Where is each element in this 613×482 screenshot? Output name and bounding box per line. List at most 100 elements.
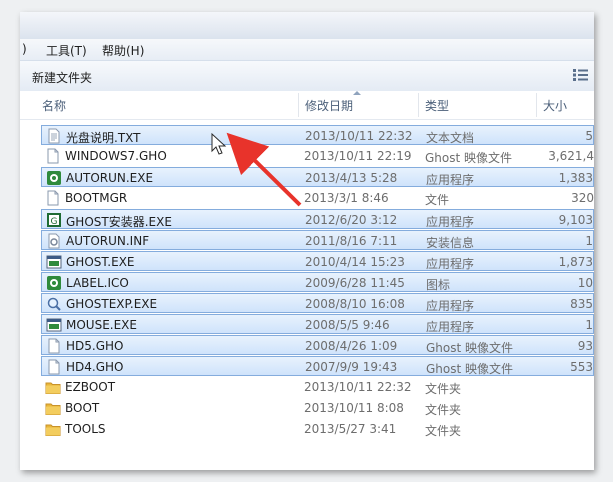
new-folder-button[interactable]: 新建文件夹 (32, 69, 92, 86)
autorun-exe-icon (46, 170, 62, 186)
file-row[interactable]: GHOSTEXP.EXE 2008/8/10 16:08 应用程序 835 (41, 293, 594, 313)
file-date: 2009/6/28 11:45 (305, 276, 405, 290)
file-name: LABEL.ICO (66, 276, 129, 290)
file-date: 2013/5/27 3:41 (304, 422, 397, 436)
column-name[interactable]: 名称 (42, 97, 66, 114)
file-date: 2013/10/11 8:08 (304, 401, 404, 415)
file-name: GHOST安装器.EXE (66, 215, 172, 229)
file-date: 2007/9/9 19:43 (305, 360, 398, 374)
file-date: 2008/4/26 1:09 (305, 339, 398, 353)
column-divider[interactable] (418, 93, 419, 117)
file-name: MOUSE.EXE (66, 318, 137, 332)
file-date: 2013/10/11 22:32 (304, 380, 412, 394)
file-size: 835 (570, 297, 593, 311)
file-name: BOOT (65, 401, 100, 415)
toolbar: 新建文件夹 (20, 61, 594, 92)
file-name: GHOST.EXE (66, 255, 135, 269)
file-name: 光盘说明.TXT (66, 131, 141, 145)
window-exe-icon (46, 254, 62, 270)
column-divider[interactable] (298, 93, 299, 117)
file-type: 图标 (426, 278, 451, 292)
file-type: Ghost 映像文件 (425, 151, 513, 165)
file-type: 应用程序 (426, 173, 475, 187)
text-file-icon (46, 128, 62, 144)
file-row[interactable]: BOOTMGR 2013/3/1 8:46 文件 320 (41, 188, 594, 208)
file-date: 2011/8/16 7:11 (305, 234, 398, 248)
file-name: AUTORUN.EXE (66, 171, 154, 185)
file-row[interactable]: BOOT 2013/10/11 8:08 文件夹 (41, 398, 594, 418)
file-date: 2008/5/5 9:46 (305, 318, 390, 332)
file-date: 2013/10/11 22:32 (305, 129, 413, 143)
file-date: 2013/3/1 8:46 (304, 191, 389, 205)
folder-icon (45, 379, 61, 395)
menu-partial[interactable]: ) (22, 42, 27, 56)
generic-file-icon (45, 190, 61, 206)
file-date: 2013/10/11 22:19 (304, 149, 412, 163)
file-row[interactable]: TOOLS 2013/5/27 3:41 文件夹 (41, 419, 594, 439)
file-row[interactable]: G GHOST安装器.EXE 2012/6/20 3:12 应用程序 9,103 (41, 209, 594, 229)
file-row[interactable]: MOUSE.EXE 2008/5/5 9:46 应用程序 1 (41, 314, 594, 334)
file-type: 文件夹 (425, 403, 462, 417)
file-row[interactable]: HD4.GHO 2007/9/9 19:43 Ghost 映像文件 553 (41, 356, 594, 376)
svg-text:G: G (51, 217, 58, 227)
file-type: Ghost 映像文件 (426, 341, 514, 355)
file-row[interactable]: AUTORUN.INF 2011/8/16 7:11 安装信息 1 (41, 230, 594, 250)
file-date: 2008/8/10 16:08 (305, 297, 405, 311)
generic-file-icon (46, 338, 62, 354)
column-header: 名称 修改日期 类型 大小 (20, 91, 594, 120)
file-name: EZBOOT (65, 380, 116, 394)
file-name: AUTORUN.INF (66, 234, 150, 248)
file-type: 文件 (425, 193, 450, 207)
file-row[interactable]: AUTORUN.EXE 2013/4/13 5:28 应用程序 1,383 (41, 167, 594, 187)
file-row[interactable]: 光盘说明.TXT 2013/10/11 22:32 文本文档 5 (41, 125, 594, 145)
file-size: 93 (577, 339, 593, 353)
settings-file-icon (46, 233, 62, 249)
file-size: 320 (571, 191, 594, 205)
file-size: 9,103 (558, 213, 593, 227)
generic-file-icon (46, 359, 62, 375)
file-name: GHOSTEXP.EXE (66, 297, 158, 311)
file-name: HD4.GHO (66, 360, 124, 374)
generic-file-icon (45, 148, 61, 164)
folder-icon (45, 421, 61, 437)
file-row[interactable]: HD5.GHO 2008/4/26 1:09 Ghost 映像文件 93 (41, 335, 594, 355)
file-type: 应用程序 (426, 215, 475, 229)
column-type[interactable]: 类型 (425, 97, 449, 114)
file-size: 1 (585, 234, 593, 248)
file-size: 3,621,4 (548, 149, 594, 163)
file-name: BOOTMGR (65, 191, 128, 205)
autorun-exe-icon (46, 275, 62, 291)
file-row[interactable]: GHOST.EXE 2010/4/14 15:23 应用程序 1,873 (41, 251, 594, 271)
file-row[interactable]: EZBOOT 2013/10/11 22:32 文件夹 (41, 377, 594, 397)
file-size: 5 (585, 129, 593, 143)
menu-bar: ) 工具(T) 帮助(H) (20, 39, 594, 61)
file-type: 安装信息 (426, 236, 475, 250)
window-exe-icon (46, 317, 62, 333)
magnifier-exe-icon (46, 296, 62, 312)
file-type: 文件夹 (425, 424, 462, 438)
file-size: 553 (570, 360, 593, 374)
file-type: 文件夹 (425, 382, 462, 396)
sort-caret-icon (353, 91, 361, 95)
explorer-window: ) 工具(T) 帮助(H) 新建文件夹 名称 修改日期 类型 大小 光盘说明.T… (20, 12, 594, 470)
menu-tools[interactable]: 工具(T) (46, 42, 87, 59)
file-row[interactable]: LABEL.ICO 2009/6/28 11:45 图标 10 (41, 272, 594, 292)
view-options-icon[interactable] (572, 68, 590, 82)
file-row[interactable]: WINDOWS7.GHO 2013/10/11 22:19 Ghost 映像文件 3,… (41, 146, 594, 166)
file-size: 10 (577, 276, 593, 290)
menu-help[interactable]: 帮助(H) (102, 42, 144, 59)
file-name: HD5.GHO (66, 339, 124, 353)
file-date: 2013/4/13 5:28 (305, 171, 398, 185)
file-type: 应用程序 (426, 299, 475, 313)
column-date[interactable]: 修改日期 (305, 97, 353, 114)
file-size: 1,383 (558, 171, 593, 185)
column-divider[interactable] (536, 93, 537, 117)
file-type: 应用程序 (426, 320, 475, 334)
file-type: 文本文档 (426, 131, 475, 145)
screenshot-frame: ) 工具(T) 帮助(H) 新建文件夹 名称 修改日期 类型 大小 光盘说明.T… (0, 0, 613, 482)
installer-exe-icon: G (46, 212, 62, 228)
file-size: 1,873 (558, 255, 593, 269)
file-date: 2010/4/14 15:23 (305, 255, 405, 269)
column-size[interactable]: 大小 (543, 97, 567, 114)
file-date: 2012/6/20 3:12 (305, 213, 398, 227)
